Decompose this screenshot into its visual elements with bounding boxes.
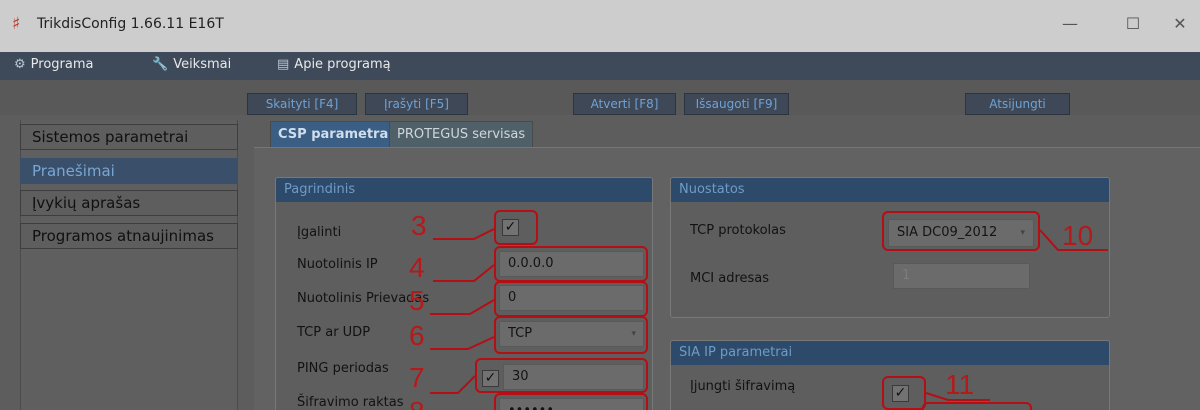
title-bar: ♯ TrikdisConfig 1.66.11 E16T — ☐ ✕ — [0, 0, 1200, 52]
trikdis-logo-icon: ♯ — [12, 14, 21, 34]
menu-apie[interactable]: ▤ Apie programą — [277, 57, 391, 72]
callout-number-6: 6 — [409, 320, 425, 351]
tab-protegus-servisas[interactable]: PROTEGUS servisas — [389, 121, 534, 148]
callout-highlight-7 — [475, 358, 648, 393]
callout-number-3: 3 — [411, 210, 427, 241]
callout-number-7: 7 — [409, 362, 425, 393]
tcp-protocol-label: TCP protokolas — [690, 223, 786, 238]
menu-programa[interactable]: ⚙ Programa — [14, 57, 93, 72]
gear-icon: ⚙ — [14, 57, 26, 72]
write-button[interactable]: Įrašyti [F5] — [365, 93, 468, 115]
tab-csp-parametrai[interactable]: CSP parametrai — [270, 121, 401, 148]
sidebar-item-pranesimai[interactable]: Pranešimai — [20, 158, 238, 184]
callout-number-11: 11 — [945, 369, 975, 400]
read-button[interactable]: Skaityti [F4] — [247, 93, 357, 115]
maximize-button[interactable]: ☐ — [1118, 14, 1148, 34]
callout-highlight-11 — [882, 376, 926, 410]
callout-number-10: 10 — [1062, 220, 1094, 251]
info-card-icon: ▤ — [277, 57, 290, 72]
mci-address-input[interactable]: 1 — [893, 263, 1030, 289]
sidebar-item-ivykiu-aprasas[interactable]: Įvykių aprašas — [20, 190, 238, 216]
enable-label: Įgalinti — [297, 225, 342, 240]
close-button[interactable]: ✕ — [1165, 14, 1195, 34]
save-button[interactable]: Išsaugoti [F9] — [684, 93, 789, 115]
window-title: TrikdisConfig 1.66.11 E16T — [37, 16, 224, 32]
callout-highlight-8 — [494, 393, 648, 410]
callout-number-5: 5 — [409, 285, 425, 316]
remote-ip-label: Nuotolinis IP — [297, 257, 378, 272]
mci-address-label: MCI adresas — [690, 271, 770, 286]
protocol-label: TCP ar UDP — [297, 325, 371, 340]
sidebar-item-sistemos-parametrai[interactable]: Sistemos parametrai — [20, 124, 238, 150]
encryption-enable-label: Įjungti šifravimą — [690, 379, 796, 394]
minimize-button[interactable]: — — [1055, 14, 1085, 34]
sidebar-item-programos-atnaujinimas[interactable]: Programos atnaujinimas — [20, 223, 238, 249]
callout-number-4: 4 — [409, 252, 425, 283]
encryption-key-label: Šifravimo raktas — [297, 395, 404, 410]
group-pagrindinis-header: Pagrindinis — [276, 178, 652, 202]
wrench-icon: 🔧 — [152, 57, 169, 72]
callout-highlight-5 — [494, 281, 648, 317]
menu-bar: ⚙ Programa 🔧 Veiksmai ▤ Apie programą — [0, 52, 1200, 80]
menu-programa-label: Programa — [30, 57, 94, 72]
menu-veiksmai-label: Veiksmai — [173, 57, 232, 72]
disconnect-button[interactable]: Atsijungti — [965, 93, 1070, 115]
callout-highlight-3 — [494, 210, 538, 245]
menu-veiksmai[interactable]: 🔧 Veiksmai — [152, 57, 231, 72]
callout-highlight-12 — [922, 402, 1032, 410]
callout-highlight-4 — [494, 246, 648, 282]
group-sia-ip-header: SIA IP parametrai — [671, 341, 1109, 365]
callout-number-8: 8 — [409, 398, 425, 410]
ping-label: PING periodas — [297, 361, 389, 376]
group-nuostatos-header: Nuostatos — [671, 178, 1109, 202]
open-button[interactable]: Atverti [F8] — [573, 93, 676, 115]
callout-highlight-6 — [494, 316, 648, 354]
menu-apie-label: Apie programą — [294, 57, 391, 72]
callout-highlight-10 — [882, 211, 1040, 251]
